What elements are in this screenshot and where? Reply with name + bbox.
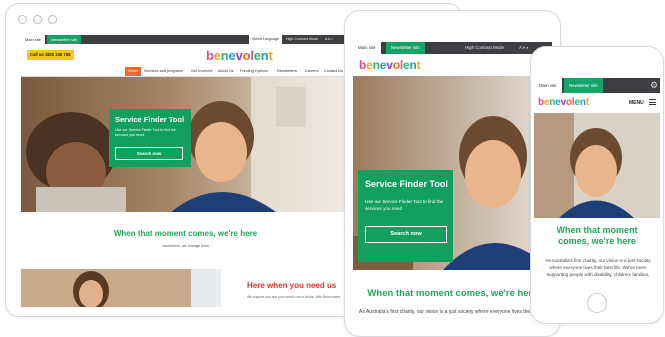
tab-main-site[interactable]: Main site <box>21 35 46 44</box>
desktop-header: Call us 1800 236 765 benevolent <box>21 44 350 66</box>
nav-get-involved[interactable]: Get Involved <box>191 67 212 76</box>
desktop-top-bar: Main site Newsletter site Select Languag… <box>21 35 350 44</box>
service-finder-description: Use our Service Finder Tool to find the … <box>365 199 444 211</box>
nav-careers[interactable]: Careers <box>305 67 319 76</box>
high-contrast-toggle[interactable]: High Contrast Mode <box>286 35 318 44</box>
nav-services[interactable]: Services and programs <box>144 67 183 76</box>
service-finder-card: Service Finder Tool Use our Service Find… <box>358 170 453 262</box>
help-subtext: We support you and your loved one to thr… <box>247 295 341 299</box>
desktop-hero-image: Service Finder Tool Use our Service Find… <box>21 77 350 212</box>
benevolent-logo[interactable]: benevolent <box>359 58 421 72</box>
help-photo <box>21 269 221 307</box>
text-size-icon[interactable]: A A ◐ <box>519 42 529 54</box>
tab-newsletter-site[interactable]: Newsletter site <box>47 35 82 44</box>
page-root: { "brand": { "logo_letters": ["b","e","n… <box>0 0 665 337</box>
tablet-moment-section: When that moment comes, we're here As Au… <box>353 270 552 332</box>
tab-newsletter-site[interactable]: Newsletter site <box>386 42 425 54</box>
text-size-icon[interactable]: A A ◐ <box>325 35 333 44</box>
window-dot-icon <box>33 15 42 24</box>
tablet-screen: Main site Newsletter site High Contrast … <box>353 42 552 332</box>
call-us-button[interactable]: Call us 1800 236 765 <box>27 50 74 60</box>
menu-icon[interactable] <box>649 99 656 107</box>
moment-heading: When that moment comes, we're here <box>367 288 538 299</box>
tab-main-site[interactable]: Main site <box>534 78 562 93</box>
select-language[interactable]: Select Language <box>249 35 282 44</box>
nav-funding[interactable]: Funding Options <box>240 67 268 76</box>
desktop-nav: Home Services and programs Get Involved … <box>21 67 350 77</box>
tab-newsletter-site[interactable]: Newsletter site <box>564 78 603 93</box>
nav-about[interactable]: About Us <box>218 67 234 76</box>
service-finder-description: Use our Service Finder Tool to find the … <box>115 128 177 137</box>
tablet-hero-image: Service Finder Tool Use our Service Find… <box>353 76 552 270</box>
tablet-top-bar: Main site Newsletter site High Contrast … <box>353 42 552 54</box>
tablet-device-frame: Main site Newsletter site High Contrast … <box>344 10 561 337</box>
service-finder-card: Service Finder Tool Use our Service Find… <box>109 109 191 167</box>
mobile-body-text: As Australia's first charity, our vision… <box>545 258 651 277</box>
mobile-moment-section: When that moment comes, we're here As Au… <box>534 218 660 285</box>
hero-photo <box>534 113 660 218</box>
desktop-help-section: Here when you need us We support you and… <box>21 269 350 307</box>
moment-subtext: volunteers, we change lives <box>162 244 209 248</box>
moment-heading: When that moment comes, we're here <box>556 225 638 246</box>
window-dot-icon <box>18 15 27 24</box>
tab-main-site[interactable]: Main site <box>353 42 381 54</box>
nav-newsletters[interactable]: Newsletters <box>277 67 297 76</box>
high-contrast-toggle[interactable]: High Contrast Mode <box>465 42 504 54</box>
tablet-header: benevolent <box>353 54 552 76</box>
moment-heading: When that moment comes, we're here <box>113 229 258 238</box>
benevolent-logo[interactable]: benevolent <box>538 97 589 108</box>
home-button-icon[interactable] <box>587 293 607 313</box>
nav-contact[interactable]: Contact Us <box>324 67 343 76</box>
desktop-moment-section: When that moment comes, we're here volun… <box>21 212 350 267</box>
help-heading: Here when you need us <box>247 281 337 290</box>
desktop-screen: Main site Newsletter site Select Languag… <box>21 35 350 307</box>
window-dot-icon <box>48 15 57 24</box>
nav-home[interactable]: Home <box>125 67 142 76</box>
menu-label[interactable]: MENU <box>629 100 644 106</box>
gear-icon[interactable]: ⚙ <box>650 80 658 91</box>
mobile-screen: Main site Newsletter site ⚙ benevolent M… <box>534 78 660 285</box>
benevolent-logo[interactable]: benevolent <box>206 48 273 63</box>
search-now-button[interactable]: Search now <box>115 147 183 160</box>
mobile-hero-image <box>534 113 660 218</box>
mobile-top-bar: Main site Newsletter site ⚙ <box>534 78 660 93</box>
service-finder-title: Service Finder Tool <box>115 115 185 124</box>
search-now-button[interactable]: Search now <box>365 226 447 243</box>
tablet-body-text: As Australia's first charity, our vision… <box>359 309 549 315</box>
mobile-device-frame: Main site Newsletter site ⚙ benevolent M… <box>530 46 664 324</box>
mobile-header: benevolent MENU <box>534 93 660 113</box>
service-finder-title: Service Finder Tool <box>365 179 448 189</box>
